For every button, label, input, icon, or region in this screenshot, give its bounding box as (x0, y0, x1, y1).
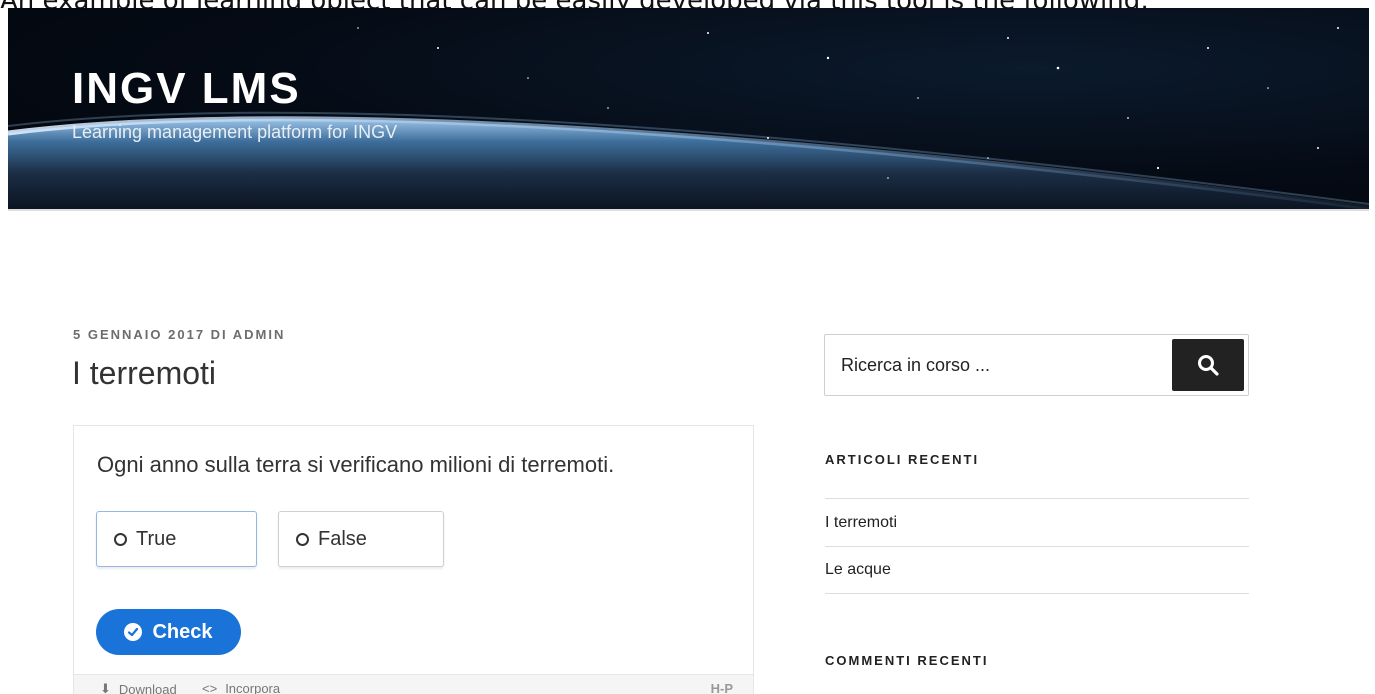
site-header-banner: INGV LMS Learning management platform fo… (8, 8, 1369, 209)
recent-posts-list: I terremoti Le acque (825, 498, 1249, 594)
recent-post-link[interactable]: Le acque (825, 546, 1249, 594)
site-title[interactable]: INGV LMS (72, 64, 301, 114)
site-description: Learning management platform for INGV (72, 122, 398, 142)
answer-false-option[interactable]: False (278, 511, 444, 567)
answer-true-option[interactable]: True (96, 511, 257, 567)
embed-label: Incorpora (225, 681, 281, 694)
radio-circle-icon (114, 532, 127, 546)
download-label: Download (118, 681, 177, 694)
page-caption: An example of learning object that can b… (0, 0, 1375, 8)
embed-link[interactable]: <> Incorpora (202, 681, 280, 694)
search-icon (1198, 355, 1219, 376)
check-button-label: Check (152, 620, 213, 643)
check-circle-icon (124, 623, 143, 641)
search-button[interactable] (1172, 339, 1244, 391)
check-button[interactable]: Check (96, 609, 241, 655)
embed-icon: <> (202, 681, 218, 694)
answer-false-label: False (318, 527, 367, 550)
search-form (824, 334, 1249, 396)
post-title[interactable]: I terremoti (72, 355, 216, 392)
radio-circle-icon (296, 532, 309, 546)
question-text: Ogni anno sulla terra si verificano mili… (97, 452, 615, 477)
post-meta: 5 GENNAIO 2017 DI ADMIN (73, 327, 286, 342)
recent-comments-heading: COMMENTI RECENTI (825, 653, 989, 668)
download-link[interactable]: ⬇ Download (100, 681, 177, 694)
search-input[interactable] (825, 335, 1165, 395)
recent-post-link[interactable]: I terremoti (825, 498, 1249, 546)
h5p-footer: ⬇ Download <> Incorpora H-P (74, 674, 753, 694)
h5p-logo[interactable]: H-P (711, 681, 733, 694)
h5p-true-false-question: Ogni anno sulla terra si verificano mili… (73, 425, 754, 694)
answer-true-label: True (136, 527, 177, 550)
header-divider (8, 209, 1369, 211)
recent-posts-heading: ARTICOLI RECENTI (825, 452, 980, 467)
download-icon: ⬇ (100, 681, 111, 694)
